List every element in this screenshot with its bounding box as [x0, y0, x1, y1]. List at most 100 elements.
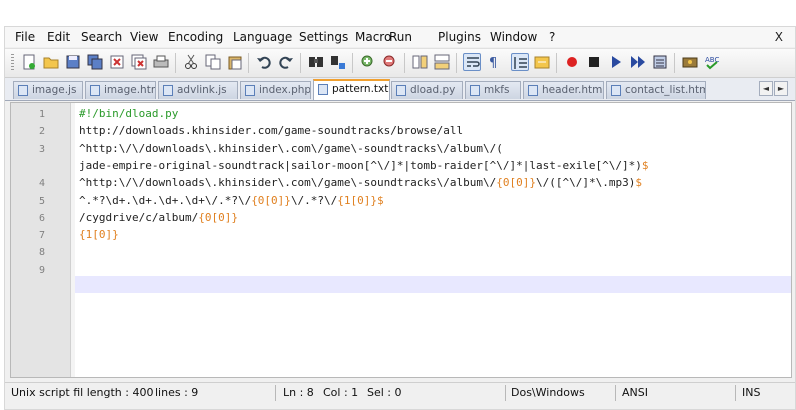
menu-macro[interactable]: Macro — [355, 30, 391, 44]
find-icon — [309, 57, 323, 67]
paste-button[interactable] — [226, 53, 244, 71]
record-macro-icon — [567, 57, 577, 67]
copy-button[interactable] — [204, 53, 222, 71]
close-all-button[interactable] — [130, 53, 148, 71]
file-icon — [611, 85, 621, 96]
find-button[interactable] — [307, 53, 325, 71]
save-icon — [66, 55, 80, 69]
close-icon — [110, 55, 124, 69]
status-lines: lines : 9 — [155, 386, 199, 399]
tab-label: index.php — [259, 84, 311, 96]
status-divider — [275, 385, 276, 401]
tab-image-js[interactable]: image.js — [13, 81, 83, 99]
undo-button[interactable] — [255, 53, 273, 71]
editor-pane[interactable]: 1 2 3 4 5 6 7 8 9 #!/bin/dload.py http://downloads… — [10, 102, 792, 378]
status-insert-mode[interactable]: INS — [742, 386, 760, 399]
save-button[interactable] — [64, 53, 82, 71]
menu-encoding[interactable]: Encoding — [168, 30, 223, 44]
tab-dload-py[interactable]: dload.py — [391, 81, 463, 99]
close-button[interactable] — [108, 53, 126, 71]
code-line: ^http:\/\/downloads\.khinsider\.com\/gam… — [79, 142, 503, 155]
menu-bar: File Edit Search View Encoding Language Settin… — [5, 27, 795, 47]
code-token: http://downloads.khinsider.com/game-soun… — [79, 124, 464, 138]
menu-view[interactable]: View — [130, 30, 158, 44]
code-token: ^.*?\d+.\d+.\d+.\d+\/.*?\/ — [79, 193, 252, 207]
print-button[interactable] — [152, 53, 170, 71]
sync-h-button[interactable] — [433, 53, 451, 71]
zoom-out-button[interactable] — [381, 53, 399, 71]
line-number: 7 — [38, 230, 45, 242]
line-number: 8 — [38, 247, 45, 259]
replace-icon — [331, 56, 345, 69]
redo-button[interactable] — [277, 53, 295, 71]
menu-settings[interactable]: Settings — [299, 30, 348, 44]
status-file-info: Unix script fil length : 400 — [11, 386, 154, 399]
status-divider — [615, 385, 616, 401]
menu-file[interactable]: File — [15, 30, 35, 44]
svg-text:¶: ¶ — [489, 56, 497, 70]
copy-icon — [205, 54, 221, 70]
tab-scroll-left-button[interactable]: ◄ — [759, 81, 773, 96]
tab-mkfs[interactable]: mkfs — [465, 81, 521, 99]
word-wrap-button[interactable] — [463, 53, 481, 71]
show-all-chars-button[interactable]: ¶ — [485, 53, 503, 71]
status-bar: Unix script fil length : 400 lines : 9 L… — [5, 382, 795, 403]
file-icon — [318, 84, 328, 95]
status-encoding[interactable]: ANSI — [622, 386, 648, 399]
indent-guide-button[interactable] — [511, 53, 529, 71]
code-token: $ — [635, 176, 642, 190]
indent-guide-icon — [514, 57, 527, 69]
tab-image-htm[interactable]: image.htm — [85, 81, 156, 99]
word-wrap-icon — [467, 57, 480, 67]
tab-scroll-arrows: ◄ ► — [759, 81, 789, 97]
zoom-in-button[interactable] — [359, 53, 377, 71]
line-number: 1 — [38, 109, 45, 120]
play-macro-button[interactable] — [607, 53, 625, 71]
code-token: \/([^\/]*\.mp3) — [535, 176, 636, 190]
menu-search[interactable]: Search — [81, 30, 122, 44]
tab-label: image.js — [32, 84, 77, 96]
folder-as-workspace-button[interactable] — [533, 53, 551, 71]
tab-header-html[interactable]: header.html — [523, 81, 604, 99]
file-icon — [528, 85, 538, 96]
line-number: 4 — [38, 178, 45, 190]
tab-label: image.htm — [104, 84, 156, 96]
menu-edit[interactable]: Edit — [47, 30, 70, 44]
menu-run[interactable]: Run — [389, 30, 412, 44]
new-file-button[interactable] — [20, 53, 38, 71]
save-all-button[interactable] — [86, 53, 104, 71]
status-selection: Sel : 0 — [367, 386, 402, 399]
paste-icon — [228, 56, 242, 70]
replace-button[interactable] — [329, 53, 347, 71]
open-file-button[interactable] — [42, 53, 60, 71]
close-document-button[interactable]: X — [775, 30, 783, 44]
tab-index-php[interactable]: index.php — [240, 81, 311, 99]
tab-pattern-txt[interactable]: pattern.txt — [313, 79, 390, 100]
tab-advlink-js[interactable]: advlink.js — [158, 81, 238, 99]
tab-scroll-right-button[interactable]: ► — [774, 81, 788, 96]
tab-label: header.html — [542, 84, 604, 96]
menu-window[interactable]: Window — [490, 30, 537, 44]
tab-label: advlink.js — [177, 84, 227, 96]
stop-record-button[interactable] — [585, 53, 603, 71]
spell-check-button[interactable]: ABC — [703, 53, 721, 71]
save-macro-icon — [653, 55, 667, 69]
cut-button[interactable] — [182, 53, 200, 71]
record-macro-button[interactable] — [563, 53, 581, 71]
menu-help[interactable]: ? — [549, 30, 555, 44]
redo-icon — [279, 56, 293, 69]
line-number: 3 — [38, 143, 45, 155]
play-multiple-button[interactable] — [629, 53, 647, 71]
tab-contact-list-html[interactable]: contact_list.html — [606, 81, 706, 99]
toolbar-grip[interactable] — [11, 54, 14, 72]
menu-language[interactable]: Language — [233, 30, 292, 44]
code-token: {0[0]} — [496, 176, 536, 190]
sync-v-button[interactable] — [411, 53, 429, 71]
menu-plugins[interactable]: Plugins — [438, 30, 481, 44]
toolbar-separator — [300, 53, 301, 73]
undo-icon — [257, 56, 271, 69]
save-macro-button[interactable] — [651, 53, 669, 71]
status-eol-format[interactable]: Dos\Windows — [511, 386, 585, 399]
toolbar-separator — [456, 53, 457, 73]
run-button[interactable] — [681, 53, 699, 71]
